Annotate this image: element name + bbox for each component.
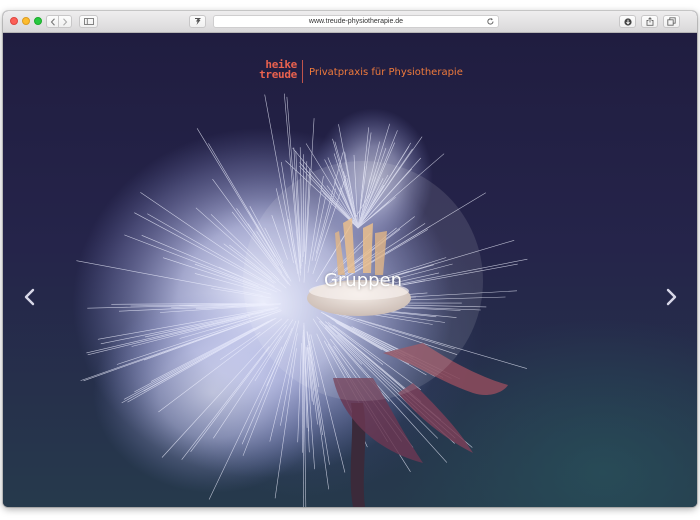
chevron-left-icon [50,17,55,26]
chevron-right-icon [666,288,677,306]
logo-divider [302,60,303,83]
extension-icon [194,18,201,25]
share-icon [646,17,653,26]
browser-toolbar: www.treude-physiotherapie.de [3,11,697,33]
chevron-left-icon [24,288,35,306]
site-tagline: Privatpraxis für Physiotherapie [309,67,463,78]
share-button[interactable] [641,15,658,28]
logo-line-last-name: treude [259,68,297,81]
sidebar-toggle-button[interactable] [79,15,98,28]
zoom-window-button[interactable] [34,17,42,25]
downloads-button[interactable] [619,15,636,28]
hero-slider: heike treude Privatpraxis für Physiother… [3,33,697,507]
tab-overview-button[interactable] [663,15,680,28]
url-text: www.treude-physiotherapie.de [308,18,404,25]
browser-window: www.treude-physiotherapie.de heike treud… [3,11,697,507]
tabs-icon [667,17,676,26]
close-window-button[interactable] [10,17,18,25]
back-button[interactable] [46,15,59,28]
reload-icon[interactable] [486,17,495,26]
extension-button[interactable] [189,15,206,28]
chevron-right-icon [63,17,68,26]
slide-caption[interactable]: Gruppen [243,270,483,291]
slider-prev-button[interactable] [22,285,38,309]
minimize-window-button[interactable] [22,17,30,25]
download-icon [623,17,632,26]
sidebar-icon [83,18,94,25]
forward-button[interactable] [59,15,72,28]
logo-wordmark: heike treude [251,59,297,81]
address-bar[interactable]: www.treude-physiotherapie.de [213,15,499,28]
slider-next-button[interactable] [663,285,679,309]
